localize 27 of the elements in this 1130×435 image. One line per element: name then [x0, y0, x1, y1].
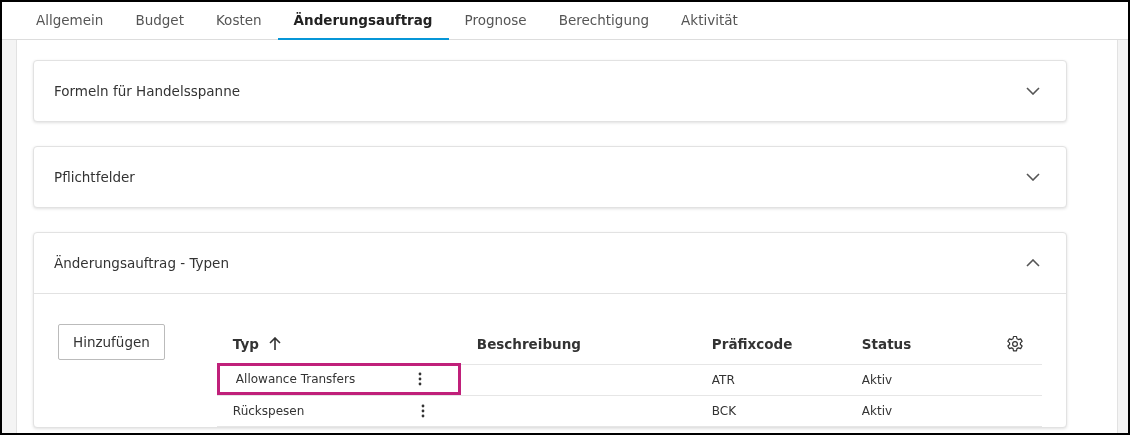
- column-header[interactable]: Beschreibung: [476, 336, 581, 352]
- add-button[interactable]: Hinzufügen: [58, 324, 165, 360]
- table-cell: ATR: [711, 373, 735, 387]
- sort-ascending-icon[interactable]: [268, 337, 281, 351]
- column-header[interactable]: Präfixcode: [711, 336, 793, 352]
- accordion-header[interactable]: Änderungsauftrag - Typen: [34, 233, 1066, 293]
- tab[interactable]: Kosten: [199, 2, 278, 40]
- table-cell: Rückspesen: [232, 404, 305, 418]
- more-options-icon[interactable]: [420, 404, 425, 418]
- settings-icon[interactable]: [1005, 335, 1024, 353]
- table-cell: Aktiv: [861, 404, 893, 418]
- tab[interactable]: Aktivität: [665, 2, 754, 40]
- column-header[interactable]: Status: [861, 336, 912, 352]
- accordion-header[interactable]: Formeln für Handelsspanne: [34, 61, 1066, 121]
- table-cell: Allowance Transfers: [235, 372, 356, 386]
- table-cell: BCK: [711, 404, 737, 418]
- chevron-icon: [1026, 173, 1040, 181]
- accordion-header[interactable]: Pflichtfelder: [34, 147, 1066, 207]
- column-header[interactable]: Typ: [232, 336, 259, 352]
- tab[interactable]: Berechtigung: [542, 2, 666, 40]
- tab[interactable]: Prognose: [448, 2, 543, 40]
- tab[interactable]: Budget: [119, 2, 200, 40]
- chevron-icon: [1026, 87, 1040, 95]
- more-options-icon[interactable]: [417, 372, 422, 386]
- table-cell: Aktiv: [861, 373, 893, 387]
- chevron-icon: [1026, 259, 1040, 267]
- tab[interactable]: Allgemein: [34, 2, 120, 40]
